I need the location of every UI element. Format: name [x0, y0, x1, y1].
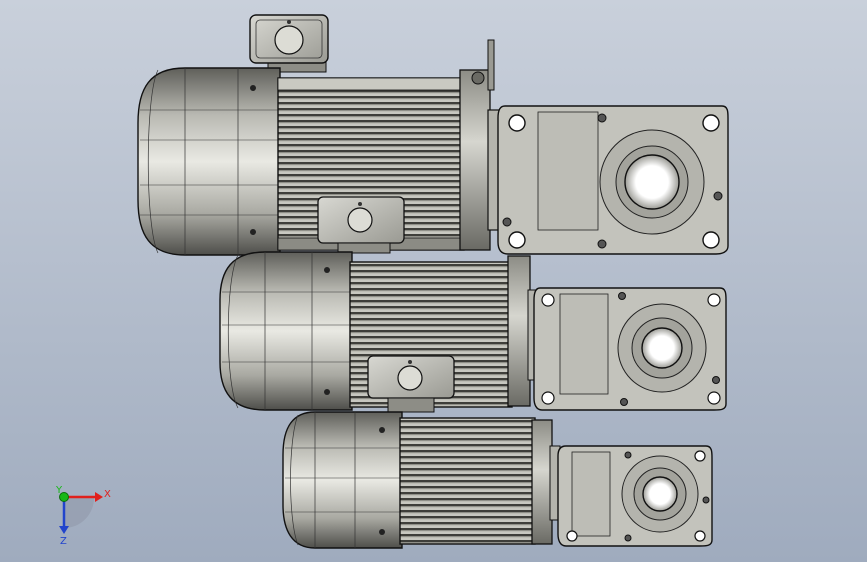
z-axis-label: Z	[60, 536, 67, 547]
gear-motor-large[interactable]	[137, 14, 729, 256]
y-axis-label: Y	[55, 485, 63, 496]
finned-housing	[399, 417, 536, 545]
end-cap	[282, 411, 403, 549]
gear-motor-small[interactable]	[282, 411, 713, 549]
cad-model-scene[interactable]: X Y Z	[0, 0, 867, 562]
cad-viewport[interactable]: X Y Z	[0, 0, 867, 562]
gearbox-small[interactable]	[557, 445, 713, 547]
orientation-triad[interactable]: X Y Z	[55, 485, 111, 547]
gear-motor-medium[interactable]	[219, 251, 727, 413]
end-cap	[137, 67, 281, 256]
terminal-box-top[interactable]	[249, 14, 329, 73]
end-cap	[219, 251, 353, 411]
x-axis-label: X	[104, 489, 111, 500]
gearbox-medium[interactable]	[533, 287, 727, 411]
gearbox-large[interactable]	[497, 105, 729, 255]
